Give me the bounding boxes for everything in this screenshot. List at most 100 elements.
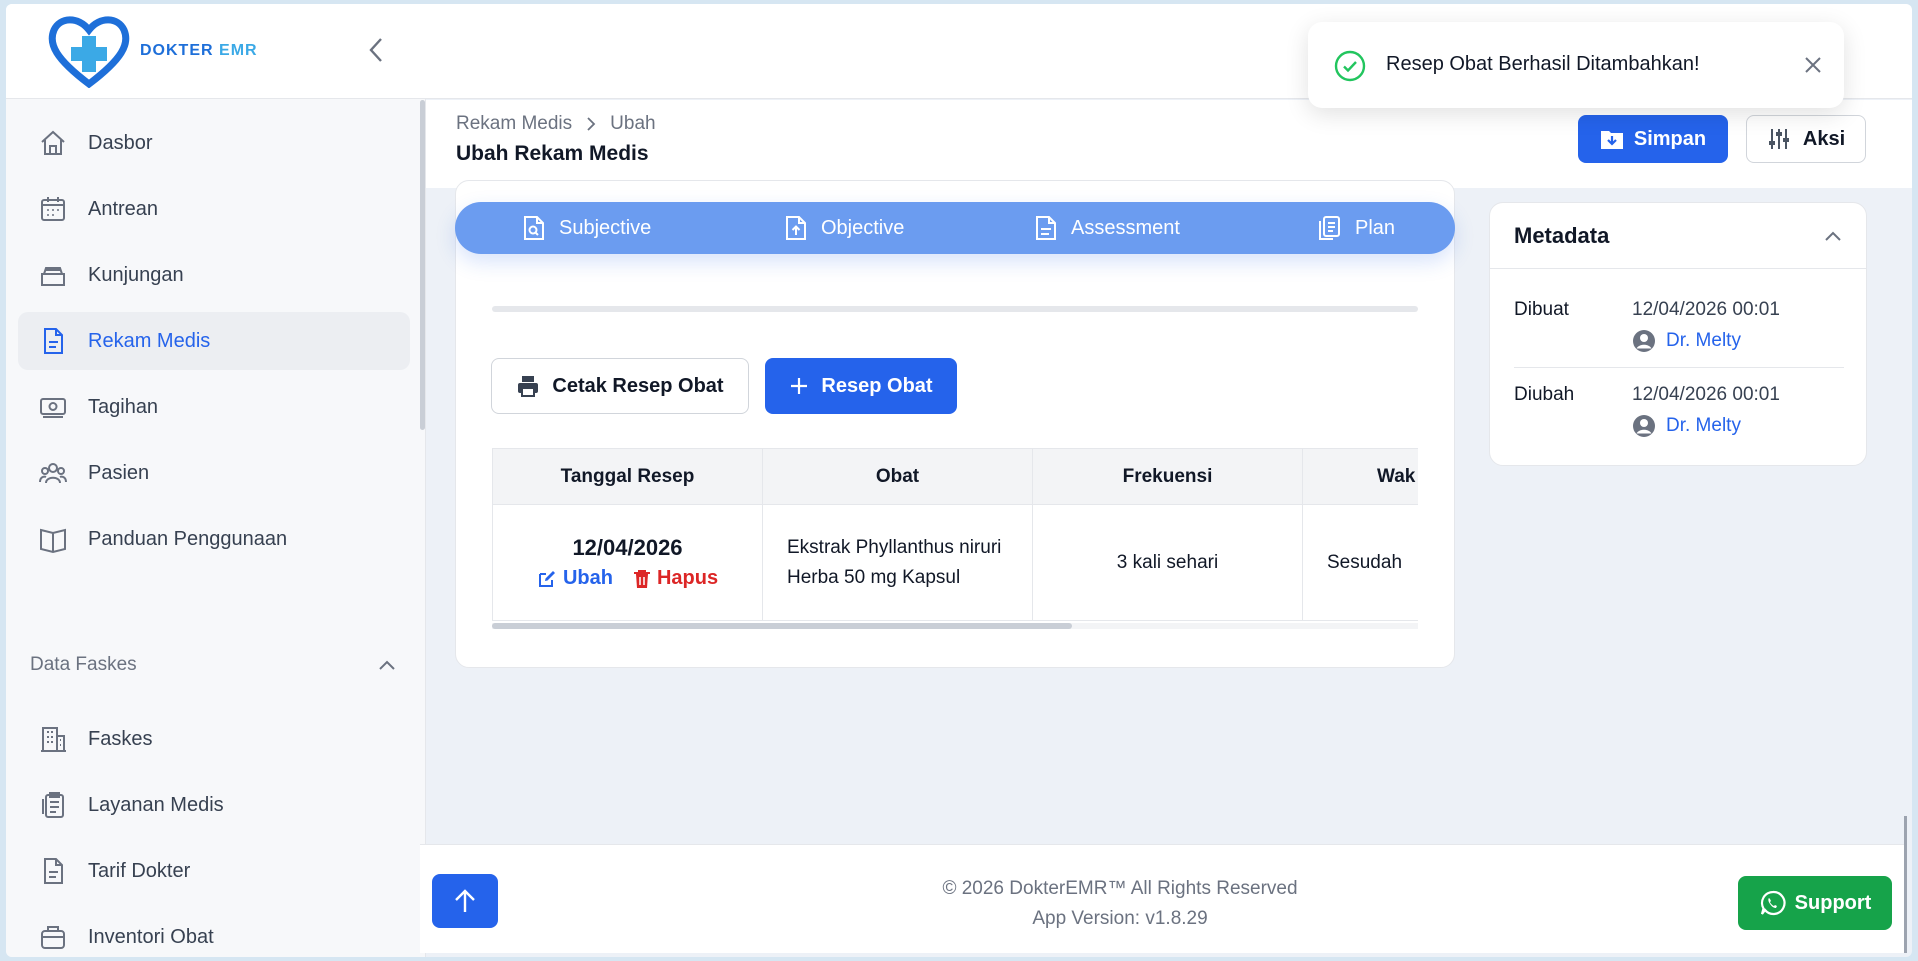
tab-assessment[interactable]: Assessment <box>1035 215 1180 241</box>
clipboard-copy-icon <box>1319 216 1340 240</box>
updated-by-link[interactable]: Dr. Melty <box>1632 414 1741 438</box>
building-icon <box>36 722 70 756</box>
book-icon <box>36 522 70 556</box>
collapse-sidebar-button[interactable] <box>362 36 390 64</box>
cell-date: 12/04/2026 Ubah Hapus <box>492 504 763 621</box>
column-header: Wak <box>1302 448 1418 505</box>
footer-text: © 2026 DokterEMR™ All Rights Reserved Ap… <box>900 874 1340 934</box>
sliders-icon <box>1768 129 1789 149</box>
card-divider <box>491 180 1419 181</box>
sidebar-item-label: Dasbor <box>88 131 153 154</box>
section-data-faskes[interactable]: Data Faskes <box>30 654 396 676</box>
money-icon <box>36 390 70 424</box>
delete-label: Hapus <box>656 567 719 589</box>
save-button[interactable]: Simpan <box>1578 115 1728 163</box>
actions-button[interactable]: Aksi <box>1746 115 1866 163</box>
save-button-label: Simpan <box>1633 127 1707 150</box>
metadata-title: Metadata <box>1514 222 1610 248</box>
document-icon <box>36 324 70 358</box>
chevron-up-icon <box>1825 231 1841 241</box>
calendar-icon <box>36 192 70 226</box>
whatsapp-icon <box>1760 890 1786 916</box>
medicine-box-icon <box>36 920 70 954</box>
row-actions: Ubah Hapus <box>493 567 762 590</box>
heart-logo-icon <box>48 16 130 88</box>
prescription-table: Tanggal Resep Obat Frekuensi Wak 12/04/2… <box>492 448 1418 621</box>
metadata-header[interactable]: Metadata <box>1490 203 1866 269</box>
sidebar-item-label: Tarif Dokter <box>88 859 191 882</box>
document-search-icon <box>524 216 544 240</box>
sidebar-item-kunjungan[interactable]: Kunjungan <box>18 246 410 304</box>
sidebar-nav: Dasbor Antrean Kunjungan Rekam Medis Tag… <box>18 114 410 576</box>
scroll-to-top-button[interactable] <box>432 874 498 928</box>
cell-frequency: 3 kali sehari <box>1032 504 1303 621</box>
sidebar-item-dasbor[interactable]: Dasbor <box>18 114 410 172</box>
breadcrumb-item-ubah: Ubah <box>610 113 656 134</box>
users-icon <box>36 456 70 490</box>
table-horizontal-scrollbar[interactable] <box>492 623 1072 629</box>
tab-label: Subjective <box>559 216 652 239</box>
toast-message: Resep Obat Berhasil Ditambahkan! <box>1386 53 1700 75</box>
user-avatar-icon <box>1633 330 1655 352</box>
created-date: 12/04/2026 00:01 <box>1632 299 1780 320</box>
support-button[interactable]: Support <box>1738 876 1892 930</box>
sidebar-item-antrean[interactable]: Antrean <box>18 180 410 238</box>
cell-drug: Ekstrak Phyllanthus niruri Herba 50 mg K… <box>762 504 1033 621</box>
created-by-link[interactable]: Dr. Melty <box>1632 329 1741 353</box>
add-prescription-label: Resep Obat <box>821 374 933 397</box>
actions-button-label: Aksi <box>1802 127 1846 150</box>
sidebar-item-inventori-obat[interactable]: Inventori Obat <box>18 908 410 957</box>
tab-objective[interactable]: Objective <box>785 215 904 241</box>
document-icon <box>36 854 70 888</box>
sidebar-item-tagihan[interactable]: Tagihan <box>18 378 410 436</box>
sidebar-item-label: Antrean <box>88 197 159 220</box>
breadcrumb-item-rekam-medis[interactable]: Rekam Medis <box>456 113 572 135</box>
close-icon[interactable] <box>1800 52 1826 78</box>
print-prescription-button[interactable]: Cetak Resep Obat <box>491 358 749 414</box>
clipboard-icon <box>36 788 70 822</box>
add-prescription-button[interactable]: Resep Obat <box>765 358 957 414</box>
sidebar-item-label: Rekam Medis <box>88 329 211 352</box>
page-title: Ubah Rekam Medis <box>456 142 649 165</box>
prescription-table-container: Tanggal Resep Obat Frekuensi Wak 12/04/2… <box>492 448 1418 628</box>
cell-time: Sesudah <box>1302 504 1418 621</box>
column-header: Tanggal Resep <box>492 448 763 505</box>
edit-button[interactable]: Ubah <box>537 567 613 590</box>
sidebar-item-faskes[interactable]: Faskes <box>18 710 410 768</box>
table-header-row: Tanggal Resep Obat Frekuensi Wak <box>492 448 1418 505</box>
sidebar-item-rekam-medis[interactable]: Rekam Medis <box>18 312 410 370</box>
sidebar-item-pasien[interactable]: Pasien <box>18 444 410 502</box>
updated-by-name: Dr. Melty <box>1666 415 1741 436</box>
tab-label: Objective <box>821 216 905 239</box>
printer-icon <box>518 376 539 397</box>
tab-label: Assessment <box>1071 216 1180 239</box>
updated-label: Diubah <box>1514 384 1575 405</box>
delete-button[interactable]: Hapus <box>633 567 718 590</box>
sidebar-scrollbar[interactable] <box>420 100 425 430</box>
edit-icon <box>538 570 555 587</box>
tab-plan[interactable]: Plan <box>1317 215 1395 241</box>
tab-label: Plan <box>1355 216 1396 239</box>
sidebar-item-label: Tagihan <box>88 395 159 418</box>
plus-icon <box>791 378 808 394</box>
check-circle-icon <box>1334 50 1366 82</box>
print-prescription-label: Cetak Resep Obat <box>552 374 724 397</box>
success-toast: Resep Obat Berhasil Ditambahkan! <box>1308 22 1844 108</box>
column-header: Obat <box>762 448 1033 505</box>
sidebar: DOKTER EMR Dasbor Antrean Kunjungan Reka… <box>6 4 426 957</box>
breadcrumb: Rekam Medis Ubah <box>456 113 656 135</box>
sidebar-item-layanan-medis[interactable]: Layanan Medis <box>18 776 410 834</box>
arrow-up-icon <box>455 889 475 912</box>
home-icon <box>36 126 70 160</box>
logo-area: DOKTER EMR <box>6 4 426 99</box>
tab-subjective[interactable]: Subjective <box>523 215 651 241</box>
sidebar-item-label: Kunjungan <box>88 263 184 286</box>
logo[interactable]: DOKTER EMR <box>46 14 258 88</box>
metadata-divider <box>1514 367 1844 368</box>
sidebar-item-label: Faskes <box>88 727 153 750</box>
logo-text: DOKTER EMR <box>140 42 258 59</box>
created-by-name: Dr. Melty <box>1666 330 1741 351</box>
page-scrollbar[interactable] <box>1904 816 1907 953</box>
sidebar-item-panduan-penggunaan[interactable]: Panduan Penggunaan <box>18 510 410 568</box>
sidebar-item-tarif-dokter[interactable]: Tarif Dokter <box>18 842 410 900</box>
